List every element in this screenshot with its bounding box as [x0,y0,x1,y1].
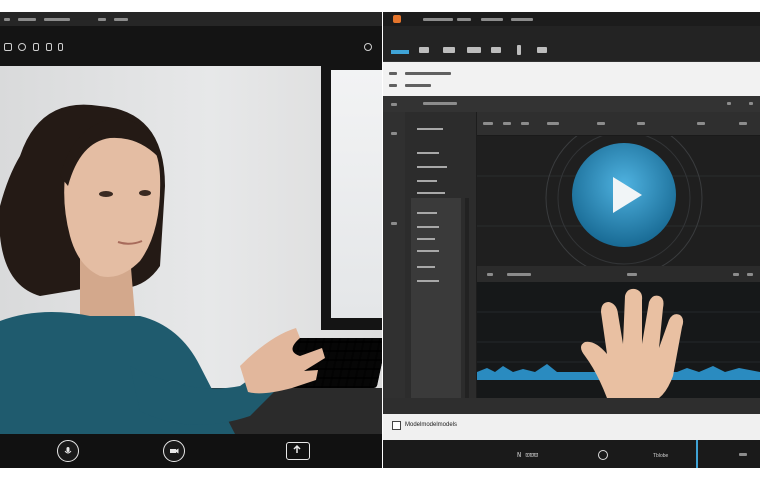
video-editor-window: Modelmodelmodels N ⊡⊡⊡ Tblobe [383,12,760,468]
video-call-window [0,12,382,468]
menu-item[interactable] [511,18,533,21]
mic-small-icon[interactable] [33,43,39,51]
list-item[interactable] [417,266,435,268]
tools-rail [383,112,405,412]
asset-item[interactable] [417,180,437,182]
viewer-control[interactable] [637,122,645,125]
tool-icon[interactable] [391,132,397,135]
list-item[interactable] [417,280,439,282]
viewer-control[interactable] [547,122,559,125]
info-text [405,72,451,75]
call-controls-bar [0,434,382,468]
list-item[interactable] [417,250,439,252]
camera-icon [170,448,179,454]
viewer-control[interactable] [597,122,605,125]
user-hand [581,288,684,398]
background-monitor-screen [331,70,382,318]
volume-icon[interactable] [46,43,52,51]
participant-person [0,104,325,434]
panel-title [423,102,457,105]
app-logo-icon [393,15,401,23]
playhead-indicator [696,440,698,468]
waveform-track [477,288,760,398]
audio-timeline[interactable] [477,282,760,398]
title-bar-text [4,17,10,21]
media-bin-list [411,198,461,400]
viewer-control[interactable] [483,122,493,125]
transport-menu-icon[interactable] [739,453,747,456]
timeline-control[interactable] [747,273,753,276]
title-bar-text [18,17,36,21]
viewer-control[interactable] [697,122,705,125]
assets-scrollbar[interactable] [465,198,469,400]
panel-icon [391,103,397,106]
viewer-control[interactable] [503,122,511,125]
timeline-control[interactable] [733,273,739,276]
viewer-controls-bar [477,112,760,136]
viewer-control[interactable] [521,122,529,125]
timecode-display: N ⊡⊡⊡ [517,452,539,460]
panel-menu-icon[interactable] [727,102,731,105]
participant-video [0,66,382,434]
camera-button[interactable] [163,440,185,462]
menu-item[interactable] [457,18,471,21]
viewer-control[interactable] [739,122,747,125]
timeline-control[interactable] [487,273,493,276]
background-monitor [321,66,382,330]
toolbar-button[interactable] [467,47,481,53]
menu-item[interactable] [481,18,503,21]
title-bar-text [114,17,128,21]
toolbar-button[interactable] [443,47,455,53]
asset-item[interactable] [417,152,439,154]
status-bar: Modelmodelmodels [383,414,760,440]
call-toolbar [0,26,382,66]
toolbar-button[interactable] [537,47,547,53]
asset-item[interactable] [417,128,443,130]
info-icon [389,84,397,87]
settings-icon[interactable] [364,43,372,51]
preview-viewer [477,119,760,277]
title-bar-text [44,17,70,21]
status-checkbox[interactable] [392,421,401,430]
title-bar-text [98,17,106,21]
info-icon [389,72,397,75]
transport-play-button[interactable] [598,450,608,460]
panel-header [383,96,760,112]
microphone-icon [64,447,72,454]
active-tool-indicator [391,50,409,54]
share-screen-button[interactable] [286,442,310,460]
tool-icon[interactable] [391,222,397,225]
info-text [405,84,431,87]
list-item[interactable] [417,212,437,214]
toolbar-button[interactable] [491,47,501,53]
share-screen-icon [293,444,301,453]
list-item[interactable] [417,238,435,240]
transport-bar: N ⊡⊡⊡ Tblobe [383,440,760,468]
asset-item[interactable] [417,166,447,168]
call-title-bar [0,12,382,26]
toolbar-button[interactable] [419,47,429,53]
transport-label: Tblobe [653,453,669,459]
pin-icon[interactable] [18,43,26,51]
project-info-strip [383,62,760,96]
speaker-icon[interactable] [58,43,63,51]
timeline-toolbar [477,266,760,282]
status-label: Modelmodelmodels [405,422,458,428]
mute-button[interactable] [57,440,79,462]
editor-toolbar [383,26,760,62]
panel-close-icon[interactable] [749,102,753,105]
timeline-control[interactable] [507,273,531,276]
list-item[interactable] [417,226,439,228]
preview-canvas [477,119,760,277]
menu-icon[interactable] [4,43,12,51]
editor-menu-bar [383,12,760,26]
menu-item[interactable] [423,18,453,21]
asset-item[interactable] [417,192,445,194]
toolbar-button[interactable] [517,45,521,55]
timeline-control[interactable] [627,273,637,276]
